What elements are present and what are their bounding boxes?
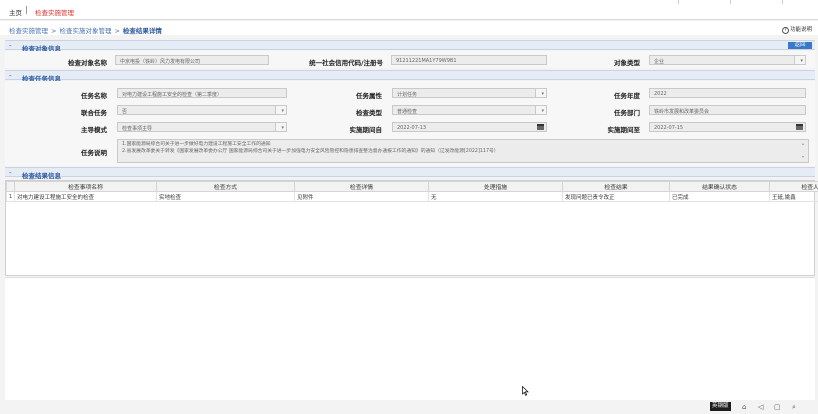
section-header-object[interactable]: - 检查对象信息 返回 <box>5 40 815 53</box>
table-header[interactable]: 处理措施 <box>428 181 563 192</box>
chevron-down-icon: ▾ <box>800 58 803 64</box>
ime-indicator[interactable]: 英钢版 <box>710 402 731 411</box>
row-number: 1 <box>6 191 15 202</box>
notification-icon[interactable]: ▢ <box>774 403 781 411</box>
mouse-cursor-icon <box>522 386 529 396</box>
lead-mode-label: 主导模式 <box>81 126 107 134</box>
system-tray: 英钢版 ⌂ ◁ ▢ ⌕ <box>708 400 818 414</box>
table-cell-link[interactable]: 见附件 <box>294 191 429 202</box>
table-header[interactable]: 检查人员 <box>769 181 818 192</box>
joint-task-label: 联合任务 <box>81 109 107 117</box>
divider <box>26 6 27 14</box>
top-bar: 主页 检查实施管理 <box>0 0 818 20</box>
lead-mode-select[interactable]: 检查事项主导 ▾ <box>117 122 287 132</box>
input-method-icon[interactable]: ⌂ <box>742 403 746 411</box>
breadcrumb-separator: > <box>51 27 57 35</box>
check-type-label: 检查类型 <box>356 109 382 117</box>
chevron-down-icon: ▾ <box>541 91 544 97</box>
table-header-num <box>6 181 15 192</box>
table-header[interactable]: 检查结果 <box>562 181 670 192</box>
breadcrumb-bar: 检查实施管理 > 检查实施对象管理 > 检查结果详情 ? 功能说明 <box>0 21 818 35</box>
table-header[interactable]: 检查事项名称 <box>14 181 157 192</box>
calendar-icon[interactable] <box>796 124 803 130</box>
help-link[interactable]: ? 功能说明 <box>781 25 812 34</box>
table-header[interactable]: 结果确认状态 <box>669 181 770 192</box>
object-type-select[interactable]: 企业 ▾ <box>649 55 806 65</box>
question-circle-icon: ? <box>781 27 789 34</box>
collapse-icon[interactable]: - <box>9 169 12 177</box>
end-date-field[interactable]: 2022-07-15 <box>649 122 806 132</box>
table-header[interactable]: 检查详情 <box>294 181 429 192</box>
task-attr-select[interactable]: 计划任务 ▾ <box>392 88 547 98</box>
credit-code-label: 统一社会信用代码/注册号 <box>309 59 383 67</box>
credit-code-field[interactable]: 91211221MA1Y79W9B1 <box>391 55 547 65</box>
joint-task-select[interactable]: 否 ▾ <box>117 105 287 115</box>
end-date-label: 实施期间至 <box>607 126 641 134</box>
breadcrumb: 检查实施管理 > 检查实施对象管理 > 检查结果详情 <box>9 25 162 35</box>
table-cell: 对电力建设工程施工安全的检查 <box>14 191 157 202</box>
task-desc-label: 任务说明 <box>81 149 107 157</box>
calendar-icon[interactable] <box>537 124 544 130</box>
chevron-down-icon: ▾ <box>281 125 284 131</box>
table-cell: 实地检查 <box>156 191 295 202</box>
object-type-label: 对象类型 <box>614 59 640 67</box>
task-desc-field[interactable]: 1.国家能源局综合司关于进一步做好电力建设工程施工安全工作的通知 2.省发展改革… <box>117 139 809 163</box>
task-year-label: 任务年度 <box>614 92 640 100</box>
scrollbar[interactable]: ▴ ▾ <box>802 141 807 161</box>
task-year-field[interactable]: 2022 <box>649 88 806 98</box>
section-header-task[interactable]: - 检查任务信息 <box>5 70 815 83</box>
help-label: 功能说明 <box>789 27 812 33</box>
check-type-select[interactable]: 普通检查 ▾ <box>392 105 547 115</box>
back-button[interactable]: 返回 <box>788 42 812 49</box>
task-desc-line: 2.省发展改革委关于转发《国家发展改革委办公厅 国家能源局综合司关于进一步加强电… <box>122 148 499 154</box>
result-table: 检查事项名称 检查方式 检查详情 处理措施 检查结果 结果确认状态 检查人员 1… <box>5 180 818 276</box>
search-icon[interactable]: ⌕ <box>792 403 796 412</box>
collapse-icon[interactable]: - <box>9 72 12 80</box>
breadcrumb-item-inspection-management[interactable]: 检查实施管理 <box>9 27 48 35</box>
task-name-field[interactable]: 对电力建设工程施工安全的检查（第二季度） <box>117 88 287 98</box>
collapse-icon[interactable]: - <box>9 42 12 50</box>
window-control <box>678 0 679 4</box>
task-name-label: 任务名称 <box>81 92 107 100</box>
window-control <box>782 0 783 4</box>
start-date-label: 实施期间自 <box>349 126 383 134</box>
scroll-down-icon[interactable]: ▾ <box>802 154 804 161</box>
chevron-down-icon: ▾ <box>281 108 284 114</box>
table-header-row: 检查事项名称 检查方式 检查详情 处理措施 检查结果 结果确认状态 检查人员 <box>6 181 818 192</box>
table-header[interactable]: 检查方式 <box>156 181 295 192</box>
object-name-label: 检查对象名称 <box>68 59 107 67</box>
task-attr-label: 任务属性 <box>356 92 382 100</box>
section-title-result: 检查结果信息 <box>22 171 61 180</box>
chevron-down-icon: ▾ <box>541 108 544 114</box>
breadcrumb-current: 检查结果详情 <box>122 27 162 35</box>
table-cell: 已完成 <box>669 191 770 202</box>
home-link[interactable]: 主页 <box>9 7 22 17</box>
breadcrumb-item-object-management[interactable]: 检查实施对象管理 <box>59 27 111 35</box>
table-cell: 发现问题已责令改正 <box>562 191 670 202</box>
table-row[interactable]: 1 对电力建设工程施工安全的检查 实地检查 见附件 无 发现问题已责令改正 已完… <box>6 191 818 202</box>
task-dept-field[interactable]: 铁岭市发展和改革委员会 <box>649 105 806 115</box>
table-cell: 王砥,姚鑫 <box>769 191 818 202</box>
task-dept-label: 任务部门 <box>614 109 640 117</box>
content-blank-area <box>5 277 815 400</box>
table-cell: 无 <box>428 191 563 202</box>
object-name-field[interactable]: 中京电投（铁岭）风力发电有限公司 <box>115 55 269 65</box>
breadcrumb-separator: > <box>114 27 120 35</box>
start-date-field[interactable]: 2022-07-13 <box>392 122 547 132</box>
module-tab[interactable]: 检查实施管理 <box>35 7 74 17</box>
window-control <box>730 0 731 4</box>
section-header-result[interactable]: - 检查结果信息 <box>5 167 815 180</box>
scroll-up-icon[interactable]: ▴ <box>802 141 804 148</box>
speaker-icon[interactable]: ◁ <box>758 403 763 411</box>
